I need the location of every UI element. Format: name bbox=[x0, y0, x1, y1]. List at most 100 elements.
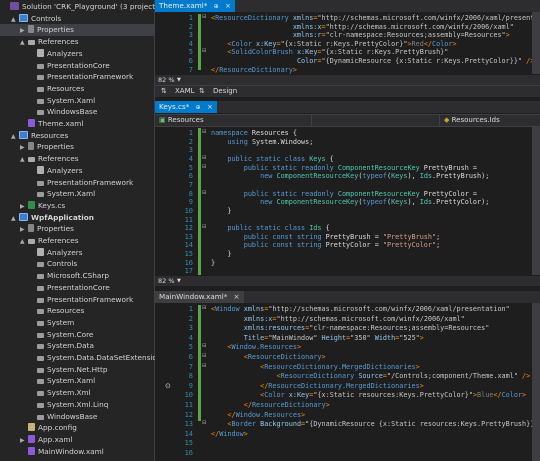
tree-item[interactable]: PresentationFramework bbox=[29, 177, 133, 189]
assembly-icon bbox=[37, 98, 44, 104]
pin-icon[interactable]: ⊕ bbox=[196, 104, 201, 111]
vertical-scrollbar[interactable] bbox=[532, 303, 540, 461]
expander-icon[interactable]: ▲ bbox=[11, 131, 19, 143]
chevron-down-icon[interactable]: ▼ bbox=[177, 276, 181, 286]
code-token: Resources { bbox=[251, 129, 297, 137]
tree-item[interactable]: Resources bbox=[29, 83, 84, 95]
tree-item[interactable]: Analyzers bbox=[29, 247, 83, 259]
zoom-level[interactable]: 82 % bbox=[158, 276, 175, 286]
tree-item[interactable]: MainWindow.xaml bbox=[20, 446, 104, 458]
close-icon[interactable]: × bbox=[234, 293, 240, 301]
chevron-down-icon[interactable]: ▼ bbox=[177, 75, 181, 85]
collapse-icon[interactable]: ⊟ bbox=[202, 305, 207, 311]
code-area[interactable]: <ResourceDictionary xmlns="http://schema… bbox=[211, 12, 540, 74]
code-area[interactable]: namespace Resources { using System.Windo… bbox=[211, 127, 529, 275]
code-token: </ bbox=[211, 65, 220, 74]
code-token: > bbox=[452, 39, 457, 48]
collapse-icon[interactable]: ⊟ bbox=[202, 14, 207, 20]
tree-item[interactable]: Analyzers bbox=[29, 48, 83, 60]
code-line: <SolidColorBrush x:Key="{x:Static r:Keys… bbox=[211, 48, 448, 56]
vertical-scrollbar[interactable] bbox=[532, 12, 540, 74]
tree-item[interactable]: PresentationFramework bbox=[29, 71, 133, 83]
collapse-icon[interactable]: ⊟ bbox=[202, 190, 207, 196]
tree-item[interactable]: System.Data.DataSetExtensions bbox=[29, 352, 165, 364]
tree-item[interactable]: ▶ Properties bbox=[20, 141, 74, 153]
code-token: Title bbox=[243, 333, 265, 342]
tab-title: Theme.xaml* bbox=[159, 1, 208, 10]
collapse-icon[interactable]: ⊟ bbox=[202, 224, 207, 230]
xaml-view-button[interactable]: XAML bbox=[175, 86, 195, 97]
design-view-button[interactable]: Design bbox=[213, 86, 237, 97]
split-icon[interactable]: ⇅ bbox=[161, 86, 167, 97]
zoom-level[interactable]: 82 % bbox=[158, 75, 175, 85]
collapse-icon[interactable]: ⊟ bbox=[202, 155, 207, 161]
code-token: ComponentResourceKey bbox=[337, 189, 420, 198]
assembly-icon bbox=[37, 414, 44, 420]
collapse-icon[interactable]: ⊟ bbox=[202, 353, 207, 359]
tree-item[interactable]: System bbox=[29, 317, 74, 329]
line-number: 13 bbox=[184, 232, 193, 241]
vertical-scrollbar[interactable] bbox=[532, 127, 540, 275]
tree-item[interactable]: ▲ Controls bbox=[11, 13, 61, 25]
tree-item-label: System bbox=[47, 317, 75, 327]
tree-item[interactable]: ▲ WpfApplication bbox=[11, 212, 94, 224]
close-icon[interactable]: × bbox=[207, 103, 213, 111]
tree-item[interactable]: Controls bbox=[29, 258, 77, 270]
tree-item[interactable]: Analyzers bbox=[29, 165, 83, 177]
tree-item-label: Solution 'CRK_Playground' (3 projects) bbox=[22, 2, 162, 11]
tree-item[interactable]: ▲ Resources bbox=[11, 130, 68, 142]
expander-icon[interactable]: ▲ bbox=[11, 213, 19, 225]
tree-item[interactable]: System.Net.Http bbox=[29, 364, 108, 376]
tree-item[interactable]: ▲ References bbox=[20, 36, 79, 48]
tree-item[interactable]: PresentationCore bbox=[29, 282, 110, 294]
tree-item[interactable]: ▶ Properties bbox=[0, 24, 174, 36]
class-icon: ◆ bbox=[444, 116, 452, 124]
tab-theme-xaml[interactable]: Theme.xaml* ⊕ × bbox=[155, 0, 235, 12]
tree-item[interactable]: System.Data bbox=[29, 340, 94, 352]
tab-keys-cs[interactable]: Keys.cs* ⊕ × bbox=[155, 101, 217, 113]
expander-icon[interactable]: ▲ bbox=[20, 154, 28, 166]
split-icon-2[interactable]: ⇅ bbox=[199, 86, 205, 97]
pin-icon[interactable]: ⊕ bbox=[214, 3, 219, 10]
tree-item[interactable]: PresentationCore bbox=[29, 60, 110, 72]
tree-item[interactable]: ▶ Properties bbox=[20, 223, 74, 235]
tree-item[interactable]: ▲ References bbox=[20, 235, 79, 247]
tree-item[interactable]: System.Xaml bbox=[29, 375, 95, 387]
tree-item[interactable]: Theme.xaml bbox=[20, 118, 83, 130]
collapse-icon[interactable]: ⊟ bbox=[202, 164, 207, 170]
tree-item[interactable]: Resources bbox=[29, 305, 84, 317]
tree-item[interactable]: WindowsBase bbox=[29, 106, 97, 118]
tree-item[interactable]: ▶ Keys.cs bbox=[20, 200, 65, 212]
analyzers-icon bbox=[37, 165, 44, 174]
collapse-icon[interactable]: ⊟ bbox=[202, 129, 207, 135]
expander-icon[interactable]: ▲ bbox=[20, 37, 28, 49]
tree-item[interactable]: System.Xaml bbox=[29, 188, 95, 200]
tree-item[interactable]: System.Core bbox=[29, 329, 93, 341]
line-number: 1 bbox=[188, 305, 193, 313]
collapse-icon[interactable]: ⊟ bbox=[202, 343, 207, 349]
tree-item[interactable]: System.Xml.Linq bbox=[29, 399, 108, 411]
tree-item[interactable]: App.config bbox=[20, 422, 77, 434]
close-icon[interactable]: × bbox=[225, 2, 231, 10]
tree-item[interactable]: ▲ References bbox=[20, 153, 79, 165]
tree-item[interactable]: Solution 'CRK_Playground' (3 projects) bbox=[2, 1, 162, 13]
collapse-icon[interactable]: ⊟ bbox=[202, 420, 207, 426]
type-dropdown[interactable]: ◆ Resources.Ids bbox=[439, 115, 540, 126]
code-token: x:Key bbox=[256, 39, 277, 48]
tab-mainwindow-xaml[interactable]: MainWindow.xaml* × bbox=[155, 291, 244, 303]
tree-item[interactable]: WindowsBase bbox=[29, 411, 97, 423]
tree-item[interactable]: Microsoft.CSharp bbox=[29, 270, 109, 282]
code-area[interactable]: <Window xmlns="http://schemas.microsoft.… bbox=[211, 303, 538, 461]
namespace-dropdown[interactable]: ▣ Resources bbox=[155, 115, 312, 126]
collapse-icon[interactable]: ⊟ bbox=[202, 363, 207, 369]
bookmark-glyph-icon[interactable]: ⊙ bbox=[165, 382, 171, 390]
collapse-icon[interactable]: ⊟ bbox=[202, 48, 207, 54]
analyzers-icon bbox=[37, 247, 44, 256]
tree-item[interactable]: System.Xaml bbox=[29, 95, 95, 107]
tree-item[interactable]: System.Xml bbox=[29, 387, 91, 399]
tree-item[interactable]: ▶ App.xaml bbox=[20, 434, 73, 446]
expander-icon[interactable]: ▲ bbox=[20, 236, 28, 248]
tree-item[interactable]: PresentationFramework bbox=[29, 294, 133, 306]
